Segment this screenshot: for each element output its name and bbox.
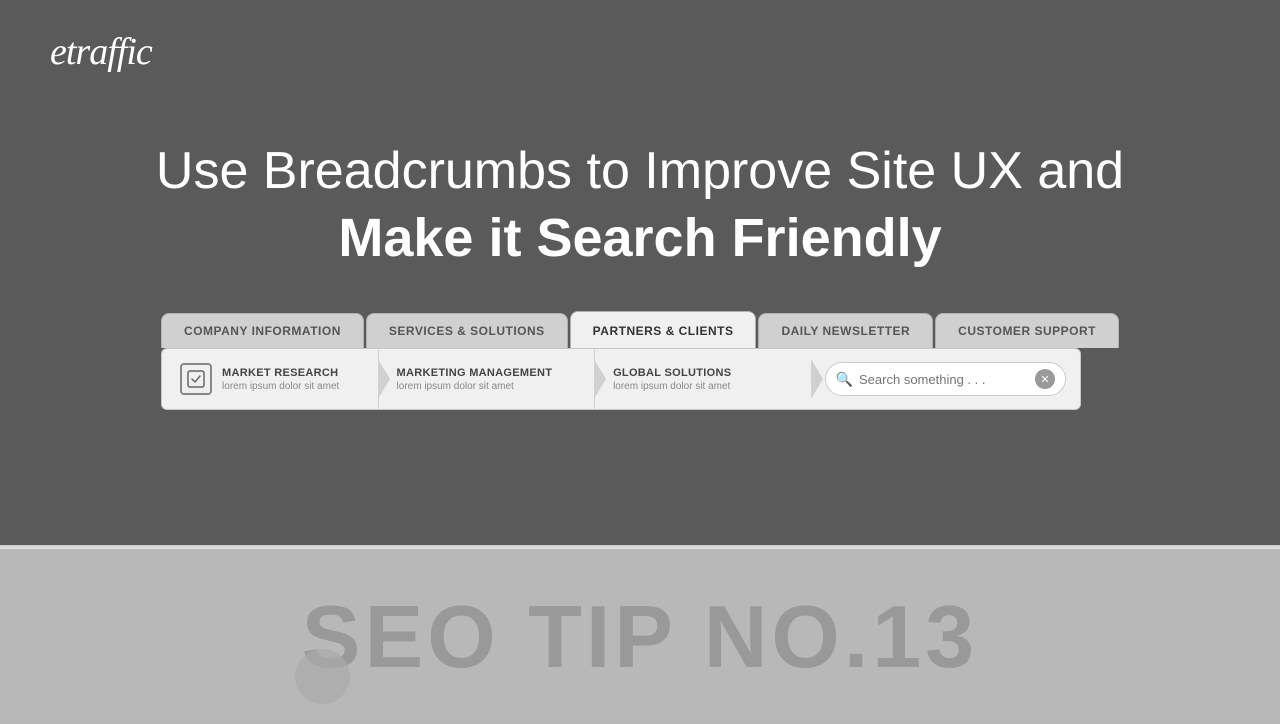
seo-tip-text: SEO TIP NO.13: [302, 586, 978, 688]
tab-daily-newsletter[interactable]: DAILY NEWSLETTER: [758, 313, 933, 348]
headline-line2: Make it Search Friendly: [156, 206, 1124, 271]
headline-area: Use Breadcrumbs to Improve Site UX and M…: [156, 140, 1124, 271]
breadcrumb-item-market-research[interactable]: MARKET RESEARCH lorem ipsum dolor sit am…: [162, 349, 379, 409]
breadcrumb-item-marketing-management[interactable]: MARKETING MANAGEMENT lorem ipsum dolor s…: [379, 349, 596, 409]
breadcrumb-row: MARKET RESEARCH lorem ipsum dolor sit am…: [161, 348, 1081, 410]
top-section: etraffic Use Breadcrumbs to Improve Site…: [0, 0, 1280, 545]
global-solutions-text: GLOBAL SOLUTIONS lorem ipsum dolor sit a…: [613, 367, 731, 392]
market-research-text: MARKET RESEARCH lorem ipsum dolor sit am…: [222, 367, 339, 392]
bottom-section: SEO TIP NO.13: [0, 549, 1280, 724]
decorative-circle: [295, 649, 350, 704]
tab-services-solutions[interactable]: SERVICES & SOLUTIONS: [366, 313, 568, 348]
search-box[interactable]: 🔍 ✕: [825, 362, 1066, 396]
logo-text: etraffic: [50, 31, 152, 73]
market-research-icon: [180, 363, 212, 395]
search-area: 🔍 ✕: [811, 362, 1080, 396]
search-icon: 🔍: [836, 371, 853, 388]
marketing-management-text: MARKETING MANAGEMENT lorem ipsum dolor s…: [397, 367, 553, 392]
search-clear-button[interactable]: ✕: [1035, 369, 1055, 389]
tab-company-information[interactable]: COMPANY INFORMATION: [161, 313, 364, 348]
nav-breadcrumb-container: COMPANY INFORMATION SERVICES & SOLUTIONS…: [161, 311, 1119, 410]
breadcrumb-item-global-solutions[interactable]: GLOBAL SOLUTIONS lorem ipsum dolor sit a…: [595, 349, 811, 409]
logo: etraffic: [50, 30, 152, 74]
tab-customer-support[interactable]: CUSTOMER SUPPORT: [935, 313, 1119, 348]
tab-partners-clients[interactable]: PARTNERS & CLIENTS: [570, 311, 757, 348]
search-input[interactable]: [859, 372, 1035, 387]
tabs-row: COMPANY INFORMATION SERVICES & SOLUTIONS…: [161, 311, 1119, 348]
headline-line1: Use Breadcrumbs to Improve Site UX and: [156, 140, 1124, 202]
